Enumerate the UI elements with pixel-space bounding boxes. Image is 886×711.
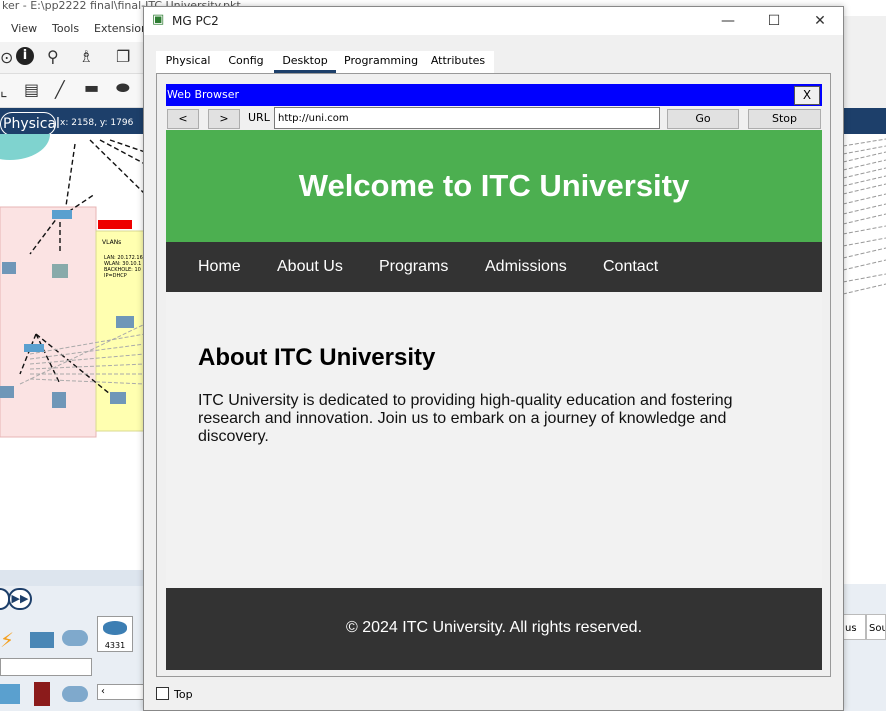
browser-title-bar: Web Browser (166, 84, 822, 106)
canvas-lower-area (0, 484, 145, 570)
maximize-button[interactable]: ☐ (751, 7, 797, 35)
phone-icon[interactable] (34, 682, 50, 706)
topology-drawing-right (843, 138, 886, 295)
fast-forward-icon[interactable]: ▶▶ (8, 588, 32, 610)
scroll-left-icon[interactable]: ‹ (97, 684, 145, 700)
app-toolbar: ⊙ i ⚲ ♗ ❐ (0, 42, 150, 74)
simulation-bar (0, 570, 145, 586)
ellipse-icon[interactable]: ⬬ (116, 78, 130, 98)
app-toolbar-secondary: ⌞ ▤ ╱ ▬ ⬬ (0, 74, 150, 108)
nav-home[interactable]: Home (198, 242, 241, 292)
nav-admissions[interactable]: Admissions (485, 242, 567, 292)
activity-icon[interactable]: ♗ (79, 47, 93, 66)
topology-canvas[interactable]: VLANs LAN: 20.172.16 WLAN: 30.10.1 BACKH… (0, 134, 145, 484)
hero-heading: Welcome to ITC University (166, 130, 822, 242)
stop-button[interactable]: Stop (748, 109, 821, 129)
router-model-label: 4331 (104, 641, 126, 650)
select-icon[interactable]: ⌞ (0, 81, 8, 100)
wireless-icon[interactable] (0, 684, 20, 704)
rectangle-icon[interactable]: ▬ (84, 78, 99, 97)
webpage-viewport: Welcome to ITC University Home About Us … (166, 130, 822, 670)
browser-close-button[interactable]: X (794, 86, 820, 105)
nav-about-us[interactable]: About Us (277, 242, 343, 292)
menu-tools[interactable]: Tools (52, 22, 79, 35)
tab-desktop[interactable]: Desktop (274, 51, 336, 73)
url-input[interactable] (274, 107, 660, 129)
tab-attributes[interactable]: Attributes (430, 51, 486, 73)
panel-tab-status[interactable]: us (843, 614, 866, 640)
svg-text:VLANs: VLANs (102, 239, 121, 246)
close-button[interactable]: ✕ (797, 7, 843, 35)
menu-view[interactable]: View (11, 22, 37, 35)
window-title-bar[interactable]: ▣ MG PC2 — ☐ ✕ (144, 7, 843, 35)
topology-drawing: VLANs LAN: 20.172.16 WLAN: 30.10.1 BACKH… (0, 134, 145, 438)
panel-tab-source[interactable]: Sou (866, 614, 886, 640)
nav-programs[interactable]: Programs (379, 242, 448, 292)
about-paragraph: ITC University is dedicated to providing… (198, 392, 733, 445)
zoom-icon[interactable]: ⊙ (0, 48, 13, 67)
svg-text:IP=DHCP: IP=DHCP (104, 273, 127, 279)
router-4331-tile[interactable]: 4331 (97, 616, 133, 652)
line-icon[interactable]: ╱ (55, 80, 65, 99)
cloud-icon[interactable] (62, 630, 88, 646)
tab-bar: Physical Config Desktop Programming Attr… (156, 51, 494, 73)
folder-icon[interactable] (30, 632, 54, 648)
top-checkbox[interactable] (156, 687, 169, 700)
info-icon[interactable]: i (16, 47, 34, 65)
physical-mode-button[interactable]: Physical (0, 112, 60, 136)
go-button[interactable]: Go (667, 109, 739, 129)
device-panel-right (843, 584, 886, 711)
lightning-icon[interactable]: ⚡ (0, 628, 14, 652)
tab-config[interactable]: Config (226, 51, 266, 73)
window-title: MG PC2 (172, 14, 219, 28)
note-icon[interactable]: ▤ (24, 80, 39, 99)
app-menu-bar: View Tools Extensions (0, 16, 154, 42)
device-search-field[interactable] (0, 658, 92, 676)
about-heading: About ITC University (198, 344, 436, 371)
desktop-content: Web Browser X < > URL Go Stop Welcome to… (156, 73, 831, 677)
site-footer: © 2024 ITC University. All rights reserv… (166, 588, 822, 670)
pc-app-icon: ▣ (152, 12, 165, 27)
device-panel: ▶▶ ⚡ 4331 ‹ (0, 586, 145, 711)
cloud-device-icon[interactable] (62, 686, 88, 702)
url-label: URL (248, 111, 270, 124)
topology-canvas-right[interactable] (843, 134, 886, 584)
router-icon (103, 621, 127, 635)
copy-icon[interactable]: ❐ (116, 47, 130, 66)
app-workspace-bar-right (843, 108, 886, 134)
nav-contact[interactable]: Contact (603, 242, 658, 292)
site-nav: Home About Us Programs Admissions Contac… (166, 242, 822, 292)
tab-programming[interactable]: Programming (344, 51, 418, 73)
back-button[interactable]: < (167, 109, 199, 129)
top-checkbox-label: Top (174, 688, 193, 701)
network-icon[interactable]: ⚲ (47, 47, 59, 66)
minimize-button[interactable]: — (705, 7, 751, 35)
cursor-coordinates: x: 2158, y: 1796 (60, 118, 134, 128)
tab-physical[interactable]: Physical (162, 51, 214, 73)
forward-button[interactable]: > (208, 109, 240, 129)
pc-window: ▣ MG PC2 — ☐ ✕ Physical Config Desktop P… (143, 6, 844, 711)
